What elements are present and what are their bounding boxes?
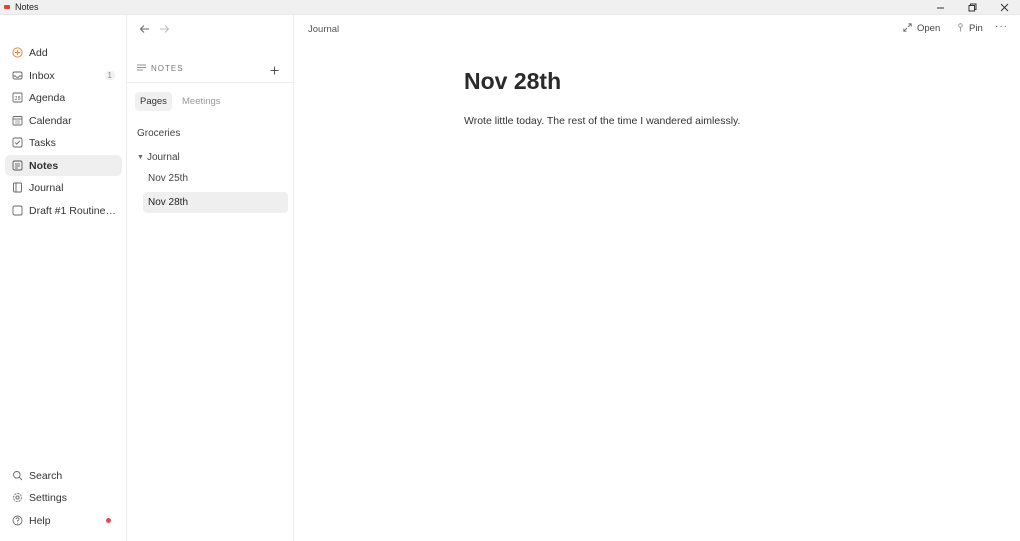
search-icon bbox=[12, 470, 23, 481]
plus-circle-icon bbox=[12, 47, 23, 58]
notes-list-pane: NOTES Pages Meetings Groceries ▼ Journal… bbox=[127, 15, 294, 541]
sidebar-item-label: Inbox bbox=[29, 69, 55, 82]
sidebar-item-label: Help bbox=[29, 514, 51, 527]
forward-arrow-icon[interactable] bbox=[159, 23, 170, 37]
note-editor: Journal Open Pin ··· Nov 28th Wrote litt… bbox=[294, 15, 1020, 541]
close-icon[interactable] bbox=[988, 0, 1020, 15]
sidebar-item-label: Tasks bbox=[29, 136, 56, 149]
add-note-button[interactable] bbox=[270, 63, 279, 78]
divider bbox=[127, 82, 293, 83]
tree-item-label: Nov 28th bbox=[148, 197, 189, 208]
list-icon bbox=[137, 64, 146, 73]
tree-item-label: Nov 25th bbox=[148, 173, 189, 184]
minimize-icon[interactable] bbox=[924, 0, 956, 15]
open-label: Open bbox=[917, 23, 941, 34]
tree-item-label: Journal bbox=[146, 152, 180, 163]
sidebar-item-notes[interactable]: Notes bbox=[5, 155, 122, 176]
page-icon bbox=[12, 205, 23, 216]
sidebar: Add Inbox 1 28 Agenda Calendar Tasks Not… bbox=[0, 15, 127, 541]
sidebar-item-calendar[interactable]: Calendar bbox=[5, 110, 122, 131]
sidebar-item-tasks[interactable]: Tasks bbox=[5, 132, 122, 153]
book-icon bbox=[12, 182, 23, 193]
back-arrow-icon[interactable] bbox=[139, 23, 150, 37]
tree-item-nov-25th[interactable]: Nov 25th bbox=[143, 168, 288, 189]
title-bar: Notes bbox=[0, 0, 1020, 15]
tab-meetings[interactable]: Meetings bbox=[177, 92, 226, 111]
sidebar-item-add[interactable]: Add bbox=[5, 42, 122, 63]
calendar-icon bbox=[12, 115, 23, 126]
notes-section-header: NOTES bbox=[137, 64, 184, 73]
agenda-icon: 28 bbox=[12, 92, 23, 103]
sidebar-item-label: Journal bbox=[29, 181, 64, 194]
app-logo-icon bbox=[4, 5, 10, 9]
page-title[interactable]: Nov 28th bbox=[464, 68, 561, 95]
more-options-icon[interactable]: ··· bbox=[995, 21, 1008, 32]
sidebar-item-help[interactable]: Help bbox=[5, 510, 122, 531]
gear-icon bbox=[12, 492, 23, 503]
tree-item-label: Groceries bbox=[137, 128, 181, 139]
inbox-icon bbox=[12, 70, 23, 81]
window-controls bbox=[924, 0, 1020, 15]
sidebar-item-label: Add bbox=[29, 46, 48, 59]
tree-item-journal[interactable]: ▼ Journal bbox=[137, 147, 287, 168]
window-title: Notes bbox=[15, 2, 39, 12]
inbox-count-badge: 1 bbox=[104, 71, 115, 80]
open-button[interactable]: Open bbox=[903, 23, 940, 34]
tree-item-nov-28th[interactable]: Nov 28th bbox=[143, 192, 288, 213]
sidebar-item-label: Search bbox=[29, 469, 63, 482]
help-icon bbox=[12, 515, 23, 526]
svg-text:28: 28 bbox=[14, 96, 20, 102]
plus-icon bbox=[270, 66, 279, 75]
sidebar-item-agenda[interactable]: 28 Agenda bbox=[5, 87, 122, 108]
sidebar-item-journal[interactable]: Journal bbox=[5, 177, 122, 198]
sidebar-item-settings[interactable]: Settings bbox=[5, 487, 122, 508]
pin-icon bbox=[957, 23, 964, 34]
sidebar-item-draft[interactable]: Draft #1 Routine r... bbox=[5, 200, 122, 221]
checkbox-icon bbox=[12, 137, 23, 148]
expand-icon bbox=[903, 23, 912, 34]
section-title: NOTES bbox=[151, 64, 184, 73]
tab-pages[interactable]: Pages bbox=[135, 92, 172, 111]
sidebar-item-label: Agenda bbox=[29, 91, 66, 104]
sidebar-item-label: Calendar bbox=[29, 114, 72, 127]
restore-icon[interactable] bbox=[956, 0, 988, 15]
tree-item-groceries[interactable]: Groceries bbox=[137, 123, 287, 144]
note-body[interactable]: Wrote little today. The rest of the time… bbox=[464, 115, 740, 127]
note-icon bbox=[12, 160, 23, 171]
caret-down-icon[interactable]: ▼ bbox=[137, 154, 144, 161]
sidebar-item-inbox[interactable]: Inbox 1 bbox=[5, 65, 122, 86]
notification-dot bbox=[106, 518, 111, 523]
sidebar-item-label: Draft #1 Routine r... bbox=[29, 204, 117, 217]
sidebar-item-search[interactable]: Search bbox=[5, 465, 122, 486]
pin-button[interactable]: Pin bbox=[957, 23, 983, 34]
sidebar-item-label: Notes bbox=[29, 159, 59, 172]
pin-label: Pin bbox=[969, 23, 983, 34]
sidebar-item-label: Settings bbox=[29, 491, 67, 504]
breadcrumb[interactable]: Journal bbox=[308, 24, 339, 35]
